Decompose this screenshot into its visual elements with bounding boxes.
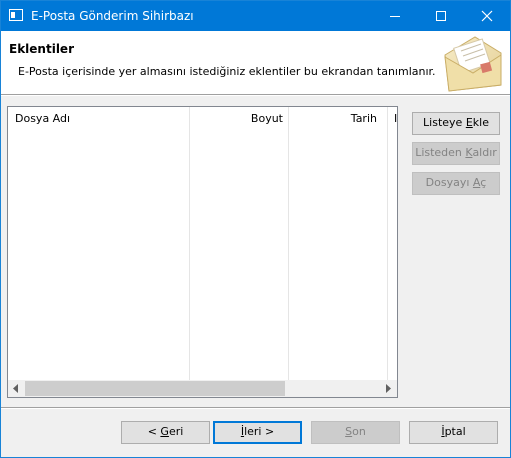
add-to-list-button[interactable]: Listeye Ekle	[412, 112, 500, 135]
button-label: Listeden	[415, 146, 466, 159]
page-subtitle: E-Posta içerisinde yer almasını istediği…	[18, 65, 436, 78]
wizard-header: Eklentiler E-Posta içerisinde yer alması…	[1, 31, 510, 94]
button-label: aldır	[472, 146, 497, 159]
button-label: ç	[480, 176, 487, 189]
button-accesskey: G	[160, 425, 169, 438]
envelope-icon	[444, 36, 502, 92]
column-header-size: Boyut	[250, 112, 283, 125]
back-button[interactable]: < Geri	[121, 421, 210, 444]
scroll-thumb[interactable]	[25, 381, 285, 396]
scroll-left-button[interactable]	[8, 380, 25, 397]
wizard-window: E-Posta Gönderim Sihirbazı Eklentiler E-…	[0, 0, 511, 458]
button-label: ptal	[444, 425, 466, 438]
finish-button[interactable]: Son	[311, 421, 400, 444]
open-file-button[interactable]: Dosyayı Aç	[412, 172, 500, 195]
button-label: Dosyayı	[425, 176, 473, 189]
column-header-extra: I	[394, 112, 398, 125]
button-label: Listeye	[423, 116, 466, 129]
minimize-button[interactable]	[372, 1, 418, 31]
button-accesskey: E	[465, 116, 473, 129]
scroll-right-button[interactable]	[380, 380, 397, 397]
maximize-button[interactable]	[418, 1, 464, 31]
minimize-icon	[390, 16, 400, 17]
remove-from-list-button[interactable]: Listeden Kaldır	[412, 142, 500, 165]
close-icon	[481, 10, 493, 22]
next-button[interactable]: İleri >	[213, 421, 302, 444]
column-header-date: Tarih	[350, 112, 377, 125]
horizontal-scrollbar[interactable]	[8, 380, 397, 397]
attachments-list[interactable]: Dosya Adı Boyut Tarih I	[7, 106, 398, 398]
button-label: <	[147, 425, 161, 438]
button-label: on	[352, 425, 366, 438]
maximize-icon	[436, 11, 446, 21]
column-file-name[interactable]: Dosya Adı	[8, 107, 190, 387]
button-label: leri >	[244, 425, 275, 438]
app-icon	[9, 9, 23, 21]
page-title: Eklentiler	[9, 42, 74, 56]
column-date[interactable]: Tarih	[289, 107, 388, 387]
header-divider-highlight	[1, 95, 510, 96]
window-title: E-Posta Gönderim Sihirbazı	[31, 9, 194, 23]
scroll-right-icon	[386, 384, 391, 393]
footer-divider-highlight	[1, 408, 510, 409]
button-label: eri	[168, 425, 184, 438]
column-size[interactable]: Boyut	[190, 107, 289, 387]
title-bar[interactable]: E-Posta Gönderim Sihirbazı	[1, 1, 510, 31]
column-extra[interactable]: I	[388, 107, 408, 387]
cancel-button[interactable]: İptal	[409, 421, 498, 444]
column-header-file-name: Dosya Adı	[15, 112, 71, 125]
close-button[interactable]	[464, 1, 510, 31]
button-label: kle	[472, 116, 489, 129]
scroll-left-icon	[13, 384, 18, 393]
